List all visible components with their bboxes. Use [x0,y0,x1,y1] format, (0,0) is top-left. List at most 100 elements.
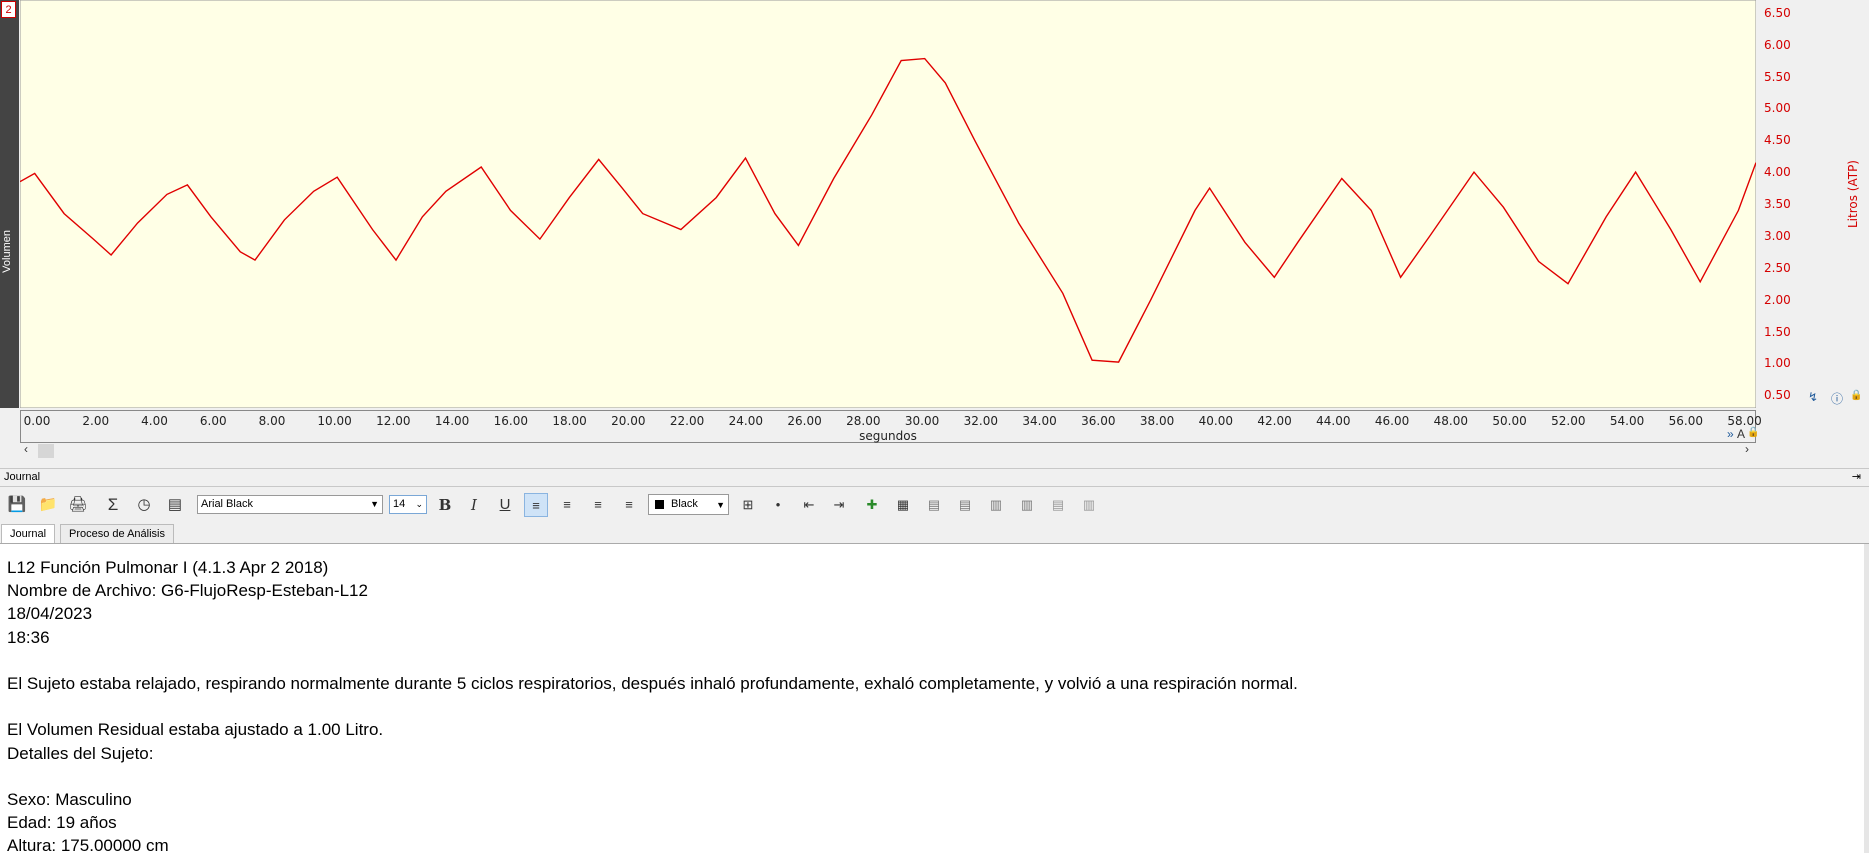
vertical-scrollbar[interactable] [1864,544,1869,853]
double-chevron-icon[interactable]: » [1727,427,1734,441]
journal-line: Edad: 19 años [7,813,117,833]
font-family-value: Arial Black [201,498,253,510]
y-tick-label: 6.50 [1764,5,1791,20]
insert-link-icon[interactable]: ✚ [860,493,884,517]
tab-journal[interactable]: Journal [1,524,56,543]
x-tick-label: 24.00 [728,414,764,428]
color-swatch [655,500,664,509]
align-left-icon[interactable]: ≡ [524,493,548,517]
x-tick-label: 46.00 [1374,414,1410,428]
info-icon[interactable]: ⓘ [1831,390,1843,407]
x-tick-label: 38.00 [1139,414,1175,428]
x-tick-label: 28.00 [846,414,881,428]
text-color-select[interactable]: Black ▼ [648,494,729,515]
channel-number-box[interactable]: 2 [1,1,16,18]
x-tick-label: 18.00 [552,414,587,428]
y-axis-label: Litros (ATP) [1846,160,1860,229]
y-tick-label: 3.50 [1764,197,1791,211]
x-axis: segundos » A 🔒 0.00 2.00 4.00 6.00 8.00 10.00… [20,410,1762,443]
font-size-value: 14 [393,498,406,510]
y-tick-label: 1.00 [1764,356,1791,371]
journal-line: L12 Función Pulmonar I (4.1.3 Apr 2 2018… [7,558,329,577]
delete-column-icon[interactable]: ▥ [1077,493,1101,517]
y-tick-label: 5.50 [1764,69,1791,84]
chevron-down-icon: ▼ [370,499,379,509]
paste-measurements-icon[interactable]: ▤ [163,493,187,517]
journal-line: Altura: 175.00000 cm [7,836,169,853]
x-tick-label: 56.00 [1668,414,1703,428]
x-axis-label: segundos [859,429,917,443]
font-size-select[interactable]: 14 ⌄ [389,495,427,514]
plot-area[interactable] [20,0,1756,408]
x-tick-label: 54.00 [1609,414,1645,428]
save-icon[interactable]: 💾 [5,493,29,517]
autoscale-icon[interactable]: ↯ [1808,390,1818,404]
journal-line: El Sujeto estaba relajado, respirando no… [7,674,1298,693]
indent-icon[interactable]: ⇥ [827,493,851,517]
x-tick-label: 4.00 [141,414,168,428]
y-tick-label: 5.00 [1764,101,1791,116]
x-tick-label: 8.00 [258,414,286,428]
x-tick-label: 40.00 [1198,414,1233,428]
autoscale-a-icon[interactable]: A [1737,427,1745,441]
journal-tabs: Journal Proceso de Análisis [0,523,1869,544]
y-tick-label: 0.50 [1764,388,1791,403]
y-tick-label: 6.00 [1764,37,1791,52]
table-icon[interactable]: ▦ [891,493,915,517]
x-tick-label: 26.00 [787,414,822,428]
numbered-list-icon[interactable]: ⊞ [736,493,760,517]
journal-line: Sexo: Masculino [7,790,132,809]
delete-row-icon[interactable]: ▤ [1046,493,1070,517]
y-tick-label: 2.00 [1764,292,1791,307]
align-center-icon[interactable]: ≡ [555,493,579,517]
insert-row-above-icon[interactable]: ▤ [922,493,946,517]
x-tick-label: 34.00 [1022,414,1057,428]
scroll-thumb[interactable] [38,444,54,458]
journal-header: Journal ⇥ [0,468,1869,487]
print-icon[interactable]: 🖨 [66,493,90,517]
y-tick-label: 3.00 [1764,228,1791,243]
x-tick-label: 10.00 [317,414,352,428]
bold-icon[interactable]: B [433,493,457,517]
font-family-select[interactable]: Arial Black ▼ [197,495,383,514]
x-tick-label: 22.00 [669,414,705,428]
clock-icon[interactable]: ◷ [132,493,156,517]
x-tick-label: 52.00 [1551,414,1586,428]
sum-icon[interactable]: Σ [101,493,125,517]
lock-icon[interactable]: 🔒 [1850,390,1862,401]
x-tick-label: 36.00 [1081,414,1116,428]
journal-line: El Volumen Residual estaba ajustado a 1.… [7,720,384,740]
align-right-icon[interactable]: ≡ [586,493,610,517]
italic-icon[interactable]: I [462,493,486,517]
insert-column-right-icon[interactable]: ▥ [1015,493,1039,517]
bulleted-list-icon[interactable]: • [766,493,790,517]
journal-text-area[interactable]: L12 Función Pulmonar I (4.1.3 Apr 2 2018… [0,544,1864,853]
x-tick-label: 44.00 [1316,414,1351,428]
x-tick-label: 2.00 [82,414,110,428]
tab-proceso-de-analisis[interactable]: Proceso de Análisis [60,524,174,543]
x-tick-label: 42.00 [1257,414,1292,428]
chevron-down-icon: ⌄ [415,499,423,509]
open-icon[interactable]: 📁 [36,493,60,517]
scroll-right-icon[interactable]: › [1745,442,1749,456]
pin-icon[interactable]: ⇥ [1852,469,1861,486]
x-tick-label: 0.00 [23,414,51,428]
y-tick-label: 4.00 [1764,165,1791,180]
channel-label: Volumen [1,230,13,273]
journal-line: Nombre de Archivo: G6-FlujoResp-Esteban-… [7,581,368,601]
outdent-icon[interactable]: ⇤ [797,493,821,517]
horizontal-scrollbar[interactable]: ‹ › [20,442,1756,458]
lock-icon[interactable]: 🔒 [1747,427,1759,438]
journal-toolbar: 💾 📁 🖨 Σ ◷ ▤ Arial Black ▼ 14 ⌄ B I U ≡ ≡… [0,489,1869,521]
justify-icon[interactable]: ≡ [617,493,641,517]
underline-icon[interactable]: U [493,493,517,517]
journal-line: 18:36 [7,627,50,647]
text-color-value: Black [671,498,698,510]
insert-row-below-icon[interactable]: ▤ [953,493,977,517]
x-tick-label: 14.00 [434,414,470,428]
insert-column-left-icon[interactable]: ▥ [984,493,1008,517]
x-tick-label: 58.00 [1727,414,1762,428]
x-tick-label: 32.00 [963,414,998,428]
scroll-left-icon[interactable]: ‹ [24,442,28,456]
y-tick-label: 1.50 [1764,324,1791,339]
